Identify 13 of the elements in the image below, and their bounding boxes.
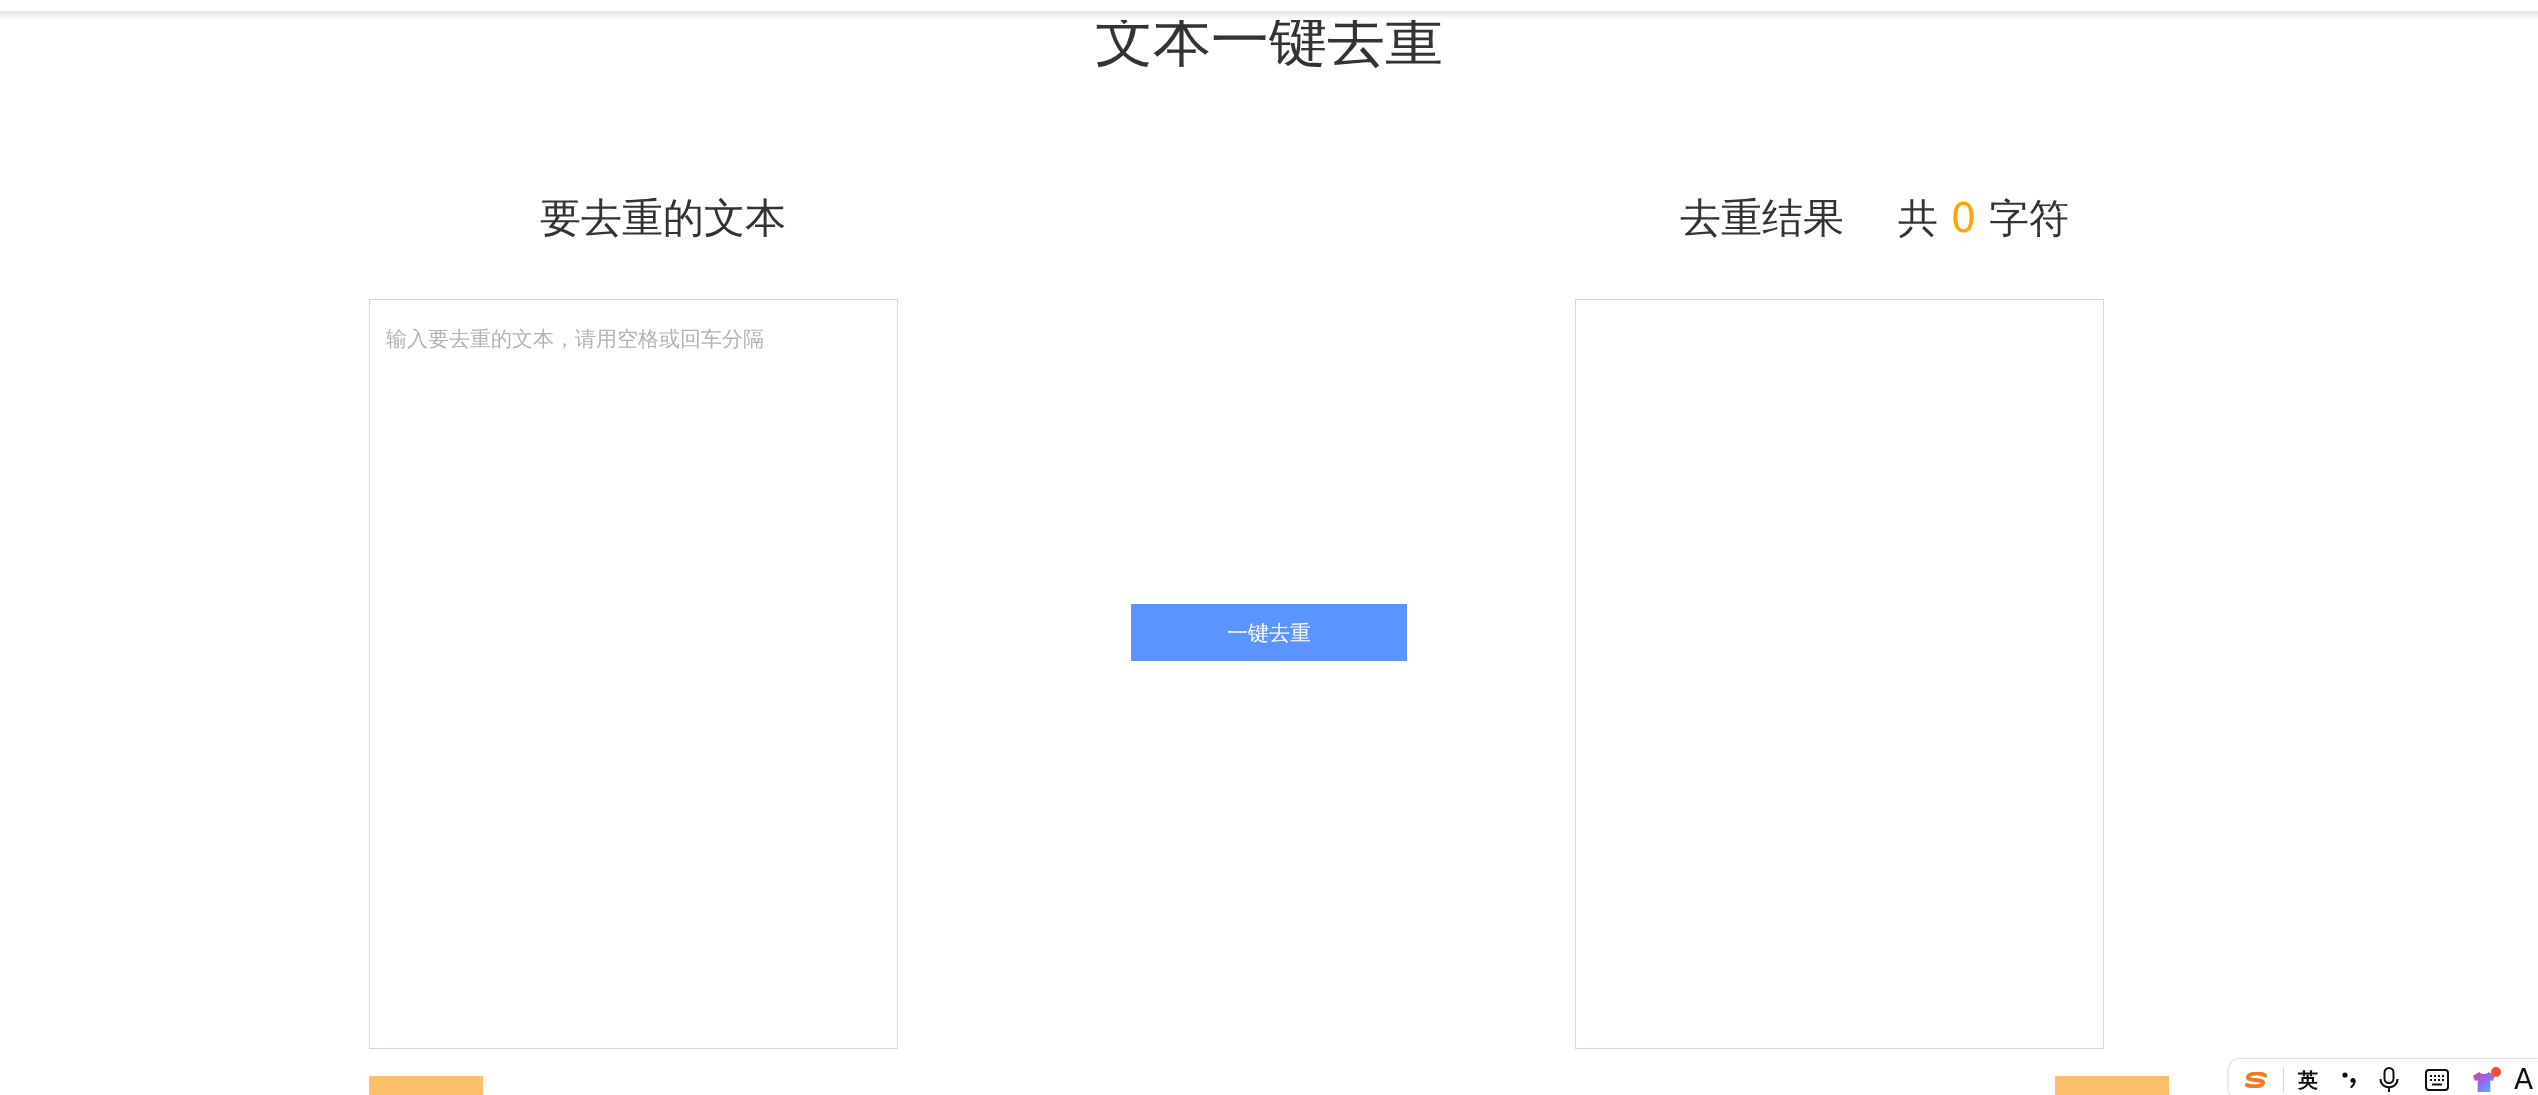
logo-icon[interactable]	[2243, 1071, 2269, 1088]
text-input-field[interactable]: 输入要去重的文本，请用空格或回车分隔	[369, 299, 898, 1049]
character-count: 共 0 字符	[1898, 194, 2069, 242]
notification-dot-icon	[2491, 1066, 2501, 1077]
microphone-icon[interactable]	[2378, 1066, 2400, 1093]
language-mode-toggle[interactable]: 英	[2298, 1067, 2318, 1092]
input-heading: 要去重的文本	[540, 194, 786, 242]
result-field[interactable]	[1575, 299, 2104, 1049]
punctuation-icon[interactable]	[2342, 1071, 2356, 1088]
ai-button[interactable]: A	[2514, 1064, 2534, 1095]
keyboard-icon[interactable]	[2425, 1068, 2449, 1091]
shirt-icon[interactable]	[2473, 1071, 2495, 1092]
result-heading: 去重结果	[1680, 194, 1844, 242]
